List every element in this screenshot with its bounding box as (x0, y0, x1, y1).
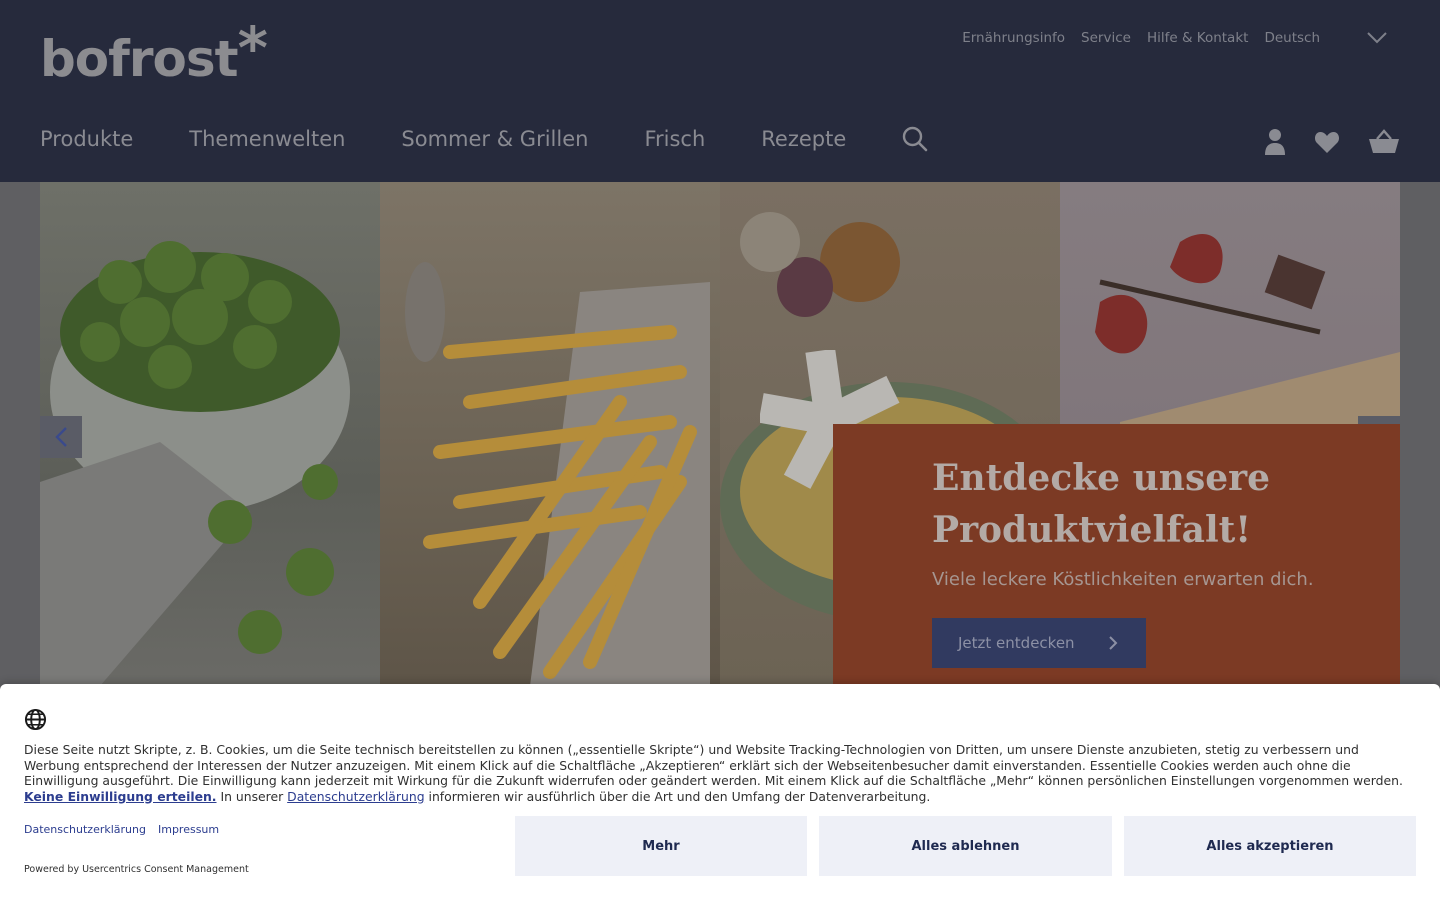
hero-image-fries (380, 182, 720, 686)
heart-icon[interactable] (1314, 130, 1340, 154)
slider-prev-button[interactable] (40, 416, 82, 458)
hero-cta-label: Jetzt entdecken (958, 634, 1075, 652)
consent-footer-links: Datenschutzerklärung Impressum (24, 823, 219, 836)
privacy-inline-link[interactable]: Datenschutzerklärung (287, 789, 424, 804)
topnav-hilfe-kontakt[interactable]: Hilfe & Kontakt (1147, 30, 1249, 46)
imprint-link[interactable]: Impressum (158, 823, 219, 836)
globe-icon[interactable] (24, 708, 47, 731)
topnav-language[interactable]: Deutsch (1264, 30, 1320, 46)
hero-cta-button[interactable]: Jetzt entdecken (932, 618, 1146, 668)
site-header: bofrost* Ernährungsinfo Service Hilfe & … (0, 0, 1440, 182)
hero-subtitle: Viele leckere Köstlichkeiten erwarten di… (932, 569, 1314, 590)
nav-produkte[interactable]: Produkte (40, 127, 133, 151)
no-consent-link[interactable]: Keine Einwilligung erteilen. (24, 789, 217, 804)
bofrost-logo[interactable]: bofrost* (40, 14, 268, 90)
main-nav: Produkte Themenwelten Sommer & Grillen F… (40, 126, 928, 152)
chevron-right-icon (1109, 636, 1118, 650)
user-icon[interactable] (1264, 128, 1286, 156)
consent-text-part: informieren wir ausführlich über die Art… (424, 788, 931, 804)
header-icons (1264, 128, 1400, 156)
nav-sommer-grillen[interactable]: Sommer & Grillen (401, 127, 588, 151)
nav-frisch[interactable]: Frisch (644, 127, 705, 151)
consent-text-part: In unserer (216, 788, 288, 804)
search-icon[interactable] (902, 126, 928, 152)
consent-text-part: Diese Seite nutzt Skripte, z. B. Cookies… (24, 742, 1403, 788)
powered-by-text: Powered by Usercentrics Consent Manageme… (24, 864, 249, 875)
nav-rezepte[interactable]: Rezepte (761, 127, 846, 151)
hero-title: Entdecke unsere Produktvielfalt! (932, 457, 1271, 551)
topnav-service[interactable]: Service (1081, 30, 1131, 46)
hero-promo-box: Entdecke unsere Produktvielfalt! Viele l… (833, 424, 1400, 686)
basket-icon[interactable] (1368, 129, 1400, 155)
topnav-ernaehrungsinfo[interactable]: Ernährungsinfo (962, 30, 1065, 46)
nav-themenwelten[interactable]: Themenwelten (189, 127, 345, 151)
chevron-down-icon[interactable] (1366, 31, 1388, 45)
top-nav: Ernährungsinfo Service Hilfe & Kontakt D… (962, 30, 1388, 46)
hero-image-broccoli (40, 182, 380, 686)
consent-description: Diese Seite nutzt Skripte, z. B. Cookies… (24, 742, 1416, 804)
logo-star: * (237, 14, 268, 82)
cookie-consent-banner: Diese Seite nutzt Skripte, z. B. Cookies… (0, 684, 1440, 900)
logo-text: bofrost (40, 30, 239, 88)
consent-more-button[interactable]: Mehr (515, 816, 807, 876)
privacy-policy-link[interactable]: Datenschutzerklärung (24, 823, 146, 836)
chevron-left-icon (55, 427, 67, 447)
consent-accept-all-button[interactable]: Alles akzeptieren (1124, 816, 1416, 876)
consent-deny-all-button[interactable]: Alles ablehnen (819, 816, 1112, 876)
